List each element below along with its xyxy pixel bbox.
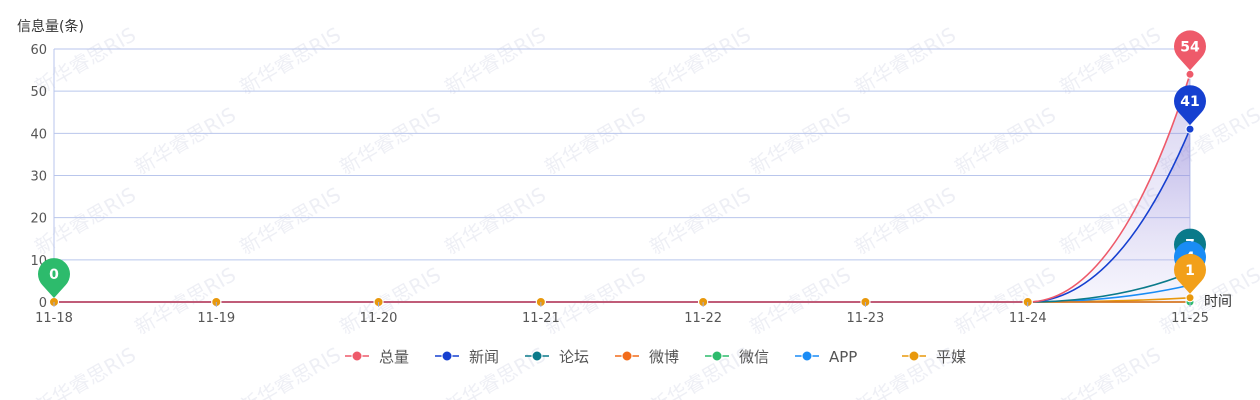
y-axis-title: 信息量(条) (17, 18, 84, 35)
watermark-text: 新华睿思RIS (646, 22, 755, 99)
watermark-text: 新华睿思RIS (541, 102, 650, 179)
legend-dot (621, 350, 633, 362)
value-marker: 0 (38, 258, 70, 298)
watermark-text: 新华睿思RIS (336, 102, 445, 179)
watermark-text: 新华睿思RIS (746, 262, 855, 339)
watermark-text: 新华睿思RIS (441, 22, 550, 99)
legend-label: 微博 (649, 348, 679, 366)
legend-item-总量[interactable]: 总量 (345, 348, 409, 366)
x-tick-label: 11-19 (197, 311, 235, 326)
marker-label: 54 (1180, 39, 1200, 55)
watermark-text: 新华睿思RIS (851, 182, 960, 259)
data-point[interactable] (1185, 69, 1195, 79)
legend-item-新闻[interactable]: 新闻 (435, 348, 499, 366)
watermark-text: 新华睿思RIS (1056, 342, 1165, 400)
legend-label: 总量 (379, 348, 409, 366)
marker-label: 1 (1185, 263, 1195, 279)
legend-label: 新闻 (469, 348, 499, 366)
legend-dot (908, 350, 920, 362)
watermark-text: 新华睿思RIS (31, 342, 140, 400)
watermark-text: 新华睿思RIS (851, 22, 960, 99)
legend-dot (801, 350, 813, 362)
legend-dot (531, 350, 543, 362)
y-tick-label: 60 (30, 43, 47, 58)
watermark-text: 新华睿思RIS (1056, 22, 1165, 99)
y-tick-label: 40 (30, 127, 47, 142)
watermark-text: 新华睿思RIS (236, 22, 345, 99)
legend-label: APP (829, 348, 857, 366)
x-axis-title: 时间 (1204, 294, 1232, 310)
watermark-text: 新华睿思RIS (336, 262, 445, 339)
x-tick-label: 11-24 (1009, 311, 1047, 326)
x-tick-label: 11-25 (1171, 311, 1209, 326)
x-tick-label: 11-20 (360, 311, 398, 326)
marker-label: 0 (49, 267, 59, 283)
watermark-text: 新华睿思RIS (951, 102, 1060, 179)
legend-dot (351, 350, 363, 362)
legend-item-APP[interactable]: APP (795, 348, 857, 366)
legend-label: 论坛 (559, 348, 589, 366)
y-tick-label: 0 (39, 296, 47, 311)
value-marker: 54 (1173, 30, 1207, 71)
legend-dot (711, 350, 723, 362)
x-tick-label: 11-23 (847, 311, 885, 326)
legend-dot (441, 350, 453, 362)
watermark-text: 新华睿思RIS (131, 262, 240, 339)
data-point[interactable] (1185, 293, 1195, 303)
data-point[interactable] (1185, 124, 1195, 134)
x-tick-label: 11-18 (35, 311, 73, 326)
x-tick-label: 11-21 (522, 311, 560, 326)
value-markers: 54417410 (38, 30, 1207, 298)
y-tick-label: 30 (30, 170, 47, 185)
legend-label: 微信 (739, 348, 769, 366)
line-chart: 新华睿思RIS 新华睿思RIS 新华睿思RIS 新华睿思RIS 新华睿思RIS 新华睿思R… (17, 18, 1260, 400)
y-tick-label: 50 (30, 85, 47, 100)
watermark-layer: 新华睿思RIS 新华睿思RIS 新华睿思RIS 新华睿思RIS 新华睿思RIS 新华睿思R… (31, 22, 1260, 400)
legend-label: 平媒 (936, 348, 966, 366)
legend-item-微博[interactable]: 微博 (615, 348, 679, 366)
watermark-text: 新华睿思RIS (441, 182, 550, 259)
x-tick-label: 11-22 (684, 311, 722, 326)
y-tick-label: 20 (30, 212, 47, 227)
watermark-text: 新华睿思RIS (746, 102, 855, 179)
watermark-text: 新华睿思RIS (236, 342, 345, 400)
watermark-text: 新华睿思RIS (131, 102, 240, 179)
legend[interactable]: 总量 新闻 论坛 微博 微信 APP 平媒 (345, 348, 966, 366)
watermark-text: 新华睿思RIS (541, 262, 650, 339)
watermark-text: 新华睿思RIS (236, 182, 345, 259)
marker-label: 41 (1180, 94, 1199, 110)
watermark-text: 新华睿思RIS (646, 182, 755, 259)
